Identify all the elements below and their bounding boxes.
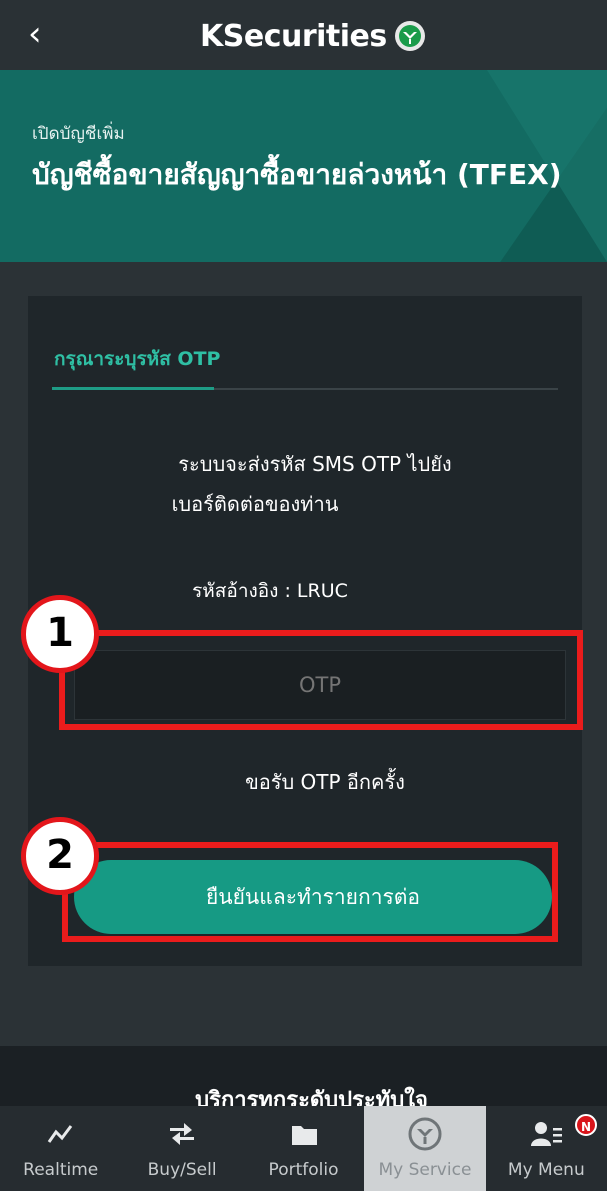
nav-label: My Service [378, 1160, 472, 1180]
nav-label: Portfolio [268, 1160, 339, 1180]
otp-message-line1: ระบบจะส่งรหัส SMS OTP ไปยัง [178, 452, 452, 476]
divider-accent [52, 387, 214, 390]
brand-name: KSecurities [200, 18, 387, 54]
top-bar: ‹ KSecurities [0, 0, 607, 70]
nav-label: Realtime [23, 1160, 99, 1180]
highlight-box-1 [59, 630, 583, 730]
folder-icon [291, 1126, 317, 1145]
kbank-leaf-icon [394, 21, 425, 51]
reference-code: รหัสอ้างอิง : LRUC [192, 580, 348, 602]
nav-item-my-menu[interactable]: N My Menu [486, 1106, 607, 1191]
otp-message-line2: เบอร์ติดต่อของท่าน [171, 492, 339, 516]
otp-message: ระบบจะส่งรหัส SMS OTP ไปยัง เบอร์ติดต่อข… [28, 444, 582, 524]
banner-subtitle: เปิดบัญชีเพิ่ม [32, 124, 125, 144]
step-badge-2: 2 [21, 817, 99, 895]
nav-item-my-service[interactable]: My Service [364, 1106, 486, 1191]
header-banner: เปิดบัญชีเพิ่ม บัญชีซื้อขายสัญญาซื้อขายล… [0, 70, 607, 262]
brand-logo: KSecurities [200, 16, 425, 56]
page-title: บัญชีซื้อขายสัญญาซื้อขายล่วงหน้า (TFEX) [32, 158, 562, 191]
nav-item-buy-sell[interactable]: Buy/Sell [121, 1106, 242, 1191]
chevron-left-icon[interactable]: ‹ [28, 14, 42, 54]
nav-item-realtime[interactable]: Realtime [0, 1106, 121, 1191]
resend-otp-link[interactable]: ขอรับ OTP อีกครั้ง [28, 766, 582, 798]
user-menu-icon [531, 1122, 563, 1146]
line-chart-icon [47, 1125, 72, 1143]
highlight-box-2 [62, 842, 558, 942]
nav-item-portfolio[interactable]: Portfolio [243, 1106, 364, 1191]
step-badge-1: 1 [21, 595, 99, 673]
kbank-leaf-icon [408, 1117, 442, 1151]
swap-arrows-icon [170, 1123, 195, 1145]
bottom-nav: Realtime Buy/Sell Portfolio My Service N [0, 1106, 607, 1191]
nav-label: My Menu [507, 1160, 585, 1180]
nav-label: Buy/Sell [147, 1160, 217, 1180]
card-heading: กรุณาระบุรหัส OTP [54, 348, 221, 370]
notification-badge: N [575, 1114, 598, 1136]
